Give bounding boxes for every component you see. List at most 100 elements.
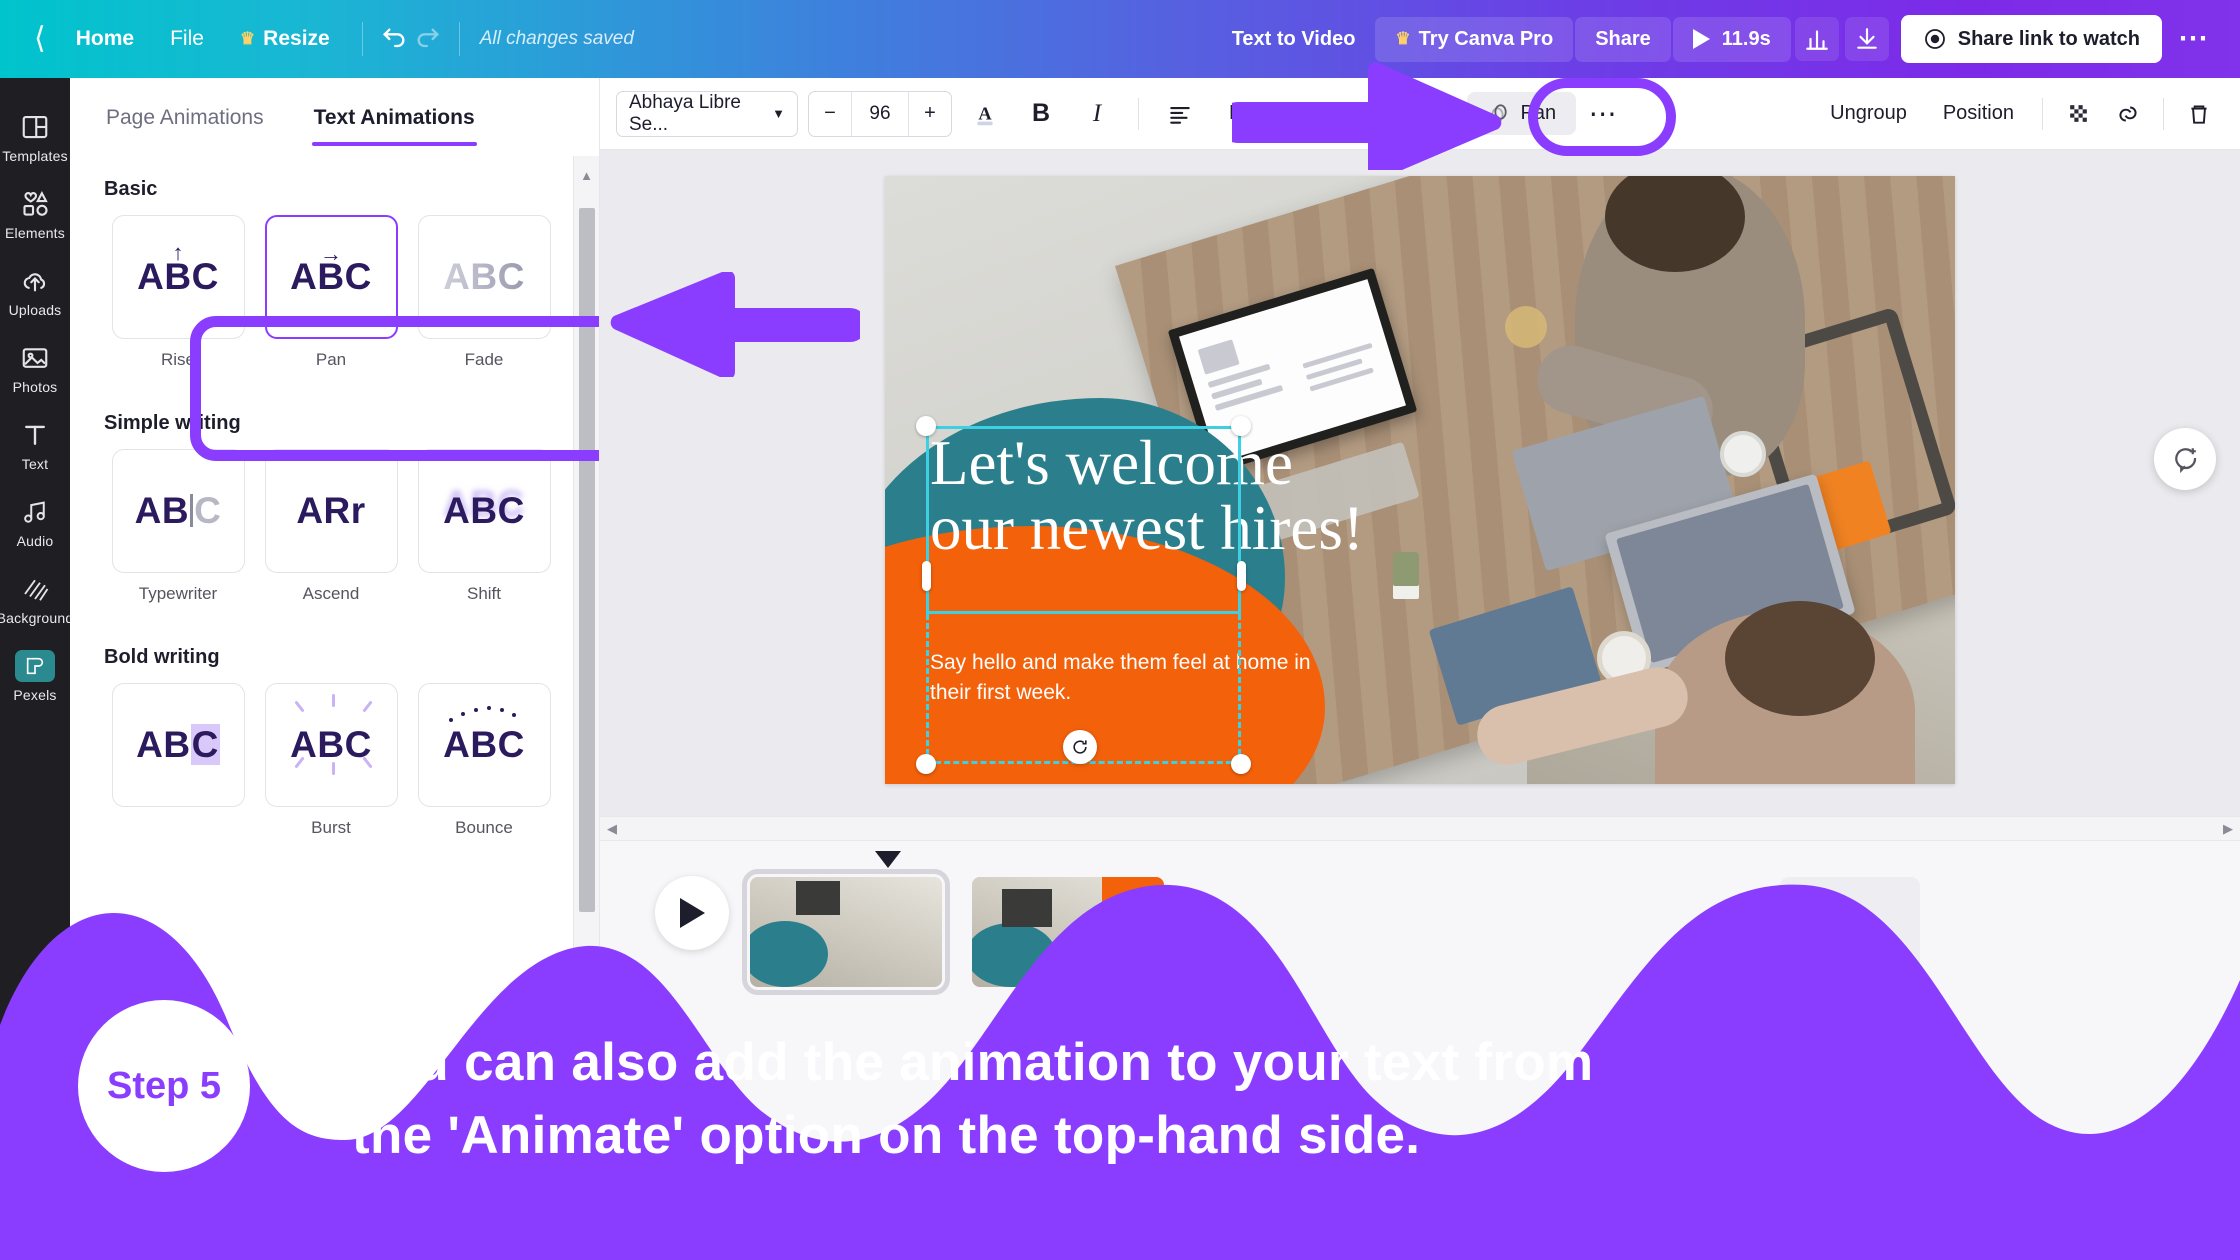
chevron-down-icon: ▼ <box>772 106 785 121</box>
photo-icon <box>19 342 51 374</box>
scroll-left-icon[interactable]: ◀ <box>607 821 617 837</box>
animation-option-burst[interactable]: ABC Burst <box>257 683 405 838</box>
share-link-to-watch-button[interactable]: Share link to watch <box>1900 15 2162 63</box>
animation-option-shift[interactable]: ABC Shift <box>410 449 558 604</box>
italic-button[interactable]: I <box>1074 91 1120 137</box>
photo-glass <box>1505 306 1547 348</box>
scroll-up-icon[interactable]: ▲ <box>580 168 593 183</box>
canvas-horizontal-scrollbar[interactable]: ◀ ▶ <box>600 816 2240 840</box>
font-size-decrease-button[interactable]: − <box>809 92 851 136</box>
canvas-area: Let's welcome our newest hires! Say hell… <box>600 150 2240 840</box>
sidebar-item-text[interactable]: Text <box>0 406 70 483</box>
abc-sample: ABC <box>443 724 525 765</box>
abc-sample: ABC <box>443 490 525 531</box>
animation-thumb-ascend[interactable]: ARr <box>264 449 398 573</box>
sidebar-item-elements[interactable]: Elements <box>0 175 70 252</box>
sidebar-label-pexels: Pexels <box>13 687 57 703</box>
sidebar-item-audio[interactable]: Audio <box>0 483 70 560</box>
caption-text: You can also add the animation to your t… <box>352 1026 2182 1172</box>
trash-icon[interactable] <box>2176 91 2222 137</box>
font-family-value: Abhaya Libre Se... <box>629 91 741 135</box>
align-left-icon[interactable] <box>1157 91 1203 137</box>
home-button[interactable]: Home <box>58 17 152 61</box>
animation-option-rise[interactable]: ↑ ABC Rise <box>104 215 252 370</box>
animation-thumb-shift[interactable]: ABC <box>417 449 551 573</box>
file-menu-button[interactable]: File <box>152 17 222 61</box>
text-color-icon[interactable]: A <box>962 91 1008 137</box>
animation-label-ascend: Ascend <box>302 584 360 603</box>
back-chevron-icon[interactable]: ⟨ <box>22 24 58 54</box>
tab-text-animations[interactable]: Text Animations <box>311 96 477 146</box>
resize-handle-mr[interactable] <box>1237 561 1246 591</box>
undo-icon[interactable] <box>377 22 411 56</box>
resize-handle-br[interactable] <box>1231 754 1251 774</box>
sidebar-item-pexels[interactable]: Pexels <box>0 637 70 714</box>
sidebar-label-templates: Templates <box>2 148 68 164</box>
try-canva-pro-button[interactable]: ♛ Try Canva Pro <box>1375 16 1574 62</box>
rotate-icon <box>1073 740 1087 754</box>
header-divider-1 <box>361 22 363 56</box>
font-family-select[interactable]: Abhaya Libre Se... ▼ <box>616 90 798 137</box>
animation-label-fade: Fade <box>464 350 504 369</box>
toolbar-more-icon[interactable]: ⋯ <box>1580 91 1626 137</box>
bold-button[interactable]: B <box>1018 91 1064 137</box>
position-button[interactable]: Position <box>1927 92 2030 135</box>
design-page[interactable]: Let's welcome our newest hires! Say hell… <box>885 176 1955 784</box>
text-icon <box>19 419 51 451</box>
animation-label-shift: Shift <box>466 584 502 603</box>
resize-handle-ml[interactable] <box>922 561 931 591</box>
resize-button[interactable]: ♛ Resize <box>222 17 348 61</box>
transparency-icon[interactable] <box>2055 91 2101 137</box>
sidebar-item-photos[interactable]: Photos <box>0 329 70 406</box>
download-icon[interactable] <box>1844 17 1889 61</box>
duplicate-icon[interactable] <box>2105 91 2151 137</box>
abc-sample: ABC <box>443 256 525 297</box>
sidebar-item-uploads[interactable]: Uploads <box>0 252 70 329</box>
resize-handle-tr[interactable] <box>1231 416 1251 436</box>
crown-icon: ♛ <box>1395 29 1411 48</box>
animation-thumb-bounce[interactable]: ABC <box>417 683 551 807</box>
home-label: Home <box>75 27 135 50</box>
rotate-handle[interactable] <box>1063 730 1097 764</box>
animation-option-typewriter[interactable]: AB C Typewriter <box>104 449 252 604</box>
preview-play-button[interactable]: 11.9s <box>1672 16 1791 62</box>
resize-handle-bl[interactable] <box>916 754 936 774</box>
ungroup-button[interactable]: Ungroup <box>1814 92 1923 135</box>
sidebar-label-photos: Photos <box>12 379 58 395</box>
abc-sample-highlight: ABC <box>136 724 220 765</box>
crown-icon: ♛ <box>239 29 256 48</box>
panel-scroll-thumb[interactable] <box>579 208 595 912</box>
font-size-value[interactable]: 96 <box>851 91 909 136</box>
caption-line-1: You can also add the animation to your t… <box>352 1032 1594 1092</box>
scroll-right-icon[interactable]: ▶ <box>2223 821 2233 837</box>
animation-thumb-rise[interactable]: ↑ ABC <box>111 215 245 339</box>
annotation-arrow-right <box>1232 62 1502 170</box>
font-size-increase-button[interactable]: + <box>909 92 951 136</box>
text-to-video-button[interactable]: Text to Video <box>1214 17 1374 62</box>
eye-icon <box>1924 29 1945 49</box>
share-button[interactable]: Share <box>1575 16 1671 62</box>
animation-option-ascend[interactable]: ARr Ascend <box>257 449 405 604</box>
animation-option-pan[interactable]: → ABC Pan <box>257 215 405 370</box>
selection-box-heading[interactable] <box>926 426 1241 614</box>
animation-thumb-highlight[interactable]: ABC <box>111 683 245 807</box>
animation-thumb-burst[interactable]: ABC <box>264 683 398 807</box>
animation-option-highlight[interactable]: ABC <box>104 683 252 838</box>
insights-icon[interactable] <box>1794 17 1839 61</box>
resize-handle-tl[interactable] <box>916 416 936 436</box>
top-header-bar: ⟨ Home File ♛ Resize All changes saved T… <box>0 0 2240 78</box>
animation-thumb-pan[interactable]: → ABC <box>264 215 398 339</box>
add-comment-button[interactable] <box>2154 428 2216 490</box>
resize-label: Resize <box>263 27 330 50</box>
animation-thumb-fade[interactable]: ABC <box>417 215 551 339</box>
animation-option-bounce[interactable]: ABC Bounce <box>410 683 558 838</box>
photo-plant-2 <box>1393 552 1419 586</box>
redo-icon[interactable] <box>411 22 445 56</box>
tab-page-animations[interactable]: Page Animations <box>104 96 266 146</box>
animation-thumb-typewriter[interactable]: AB C <box>111 449 245 573</box>
header-more-icon[interactable]: ⋯ <box>2164 20 2224 58</box>
sidebar-item-background[interactable]: Background <box>0 560 73 637</box>
font-size-stepper[interactable]: − 96 + <box>808 90 952 137</box>
sidebar-item-templates[interactable]: Templates <box>0 98 70 175</box>
animation-option-fade[interactable]: ABC Fade <box>410 215 558 370</box>
